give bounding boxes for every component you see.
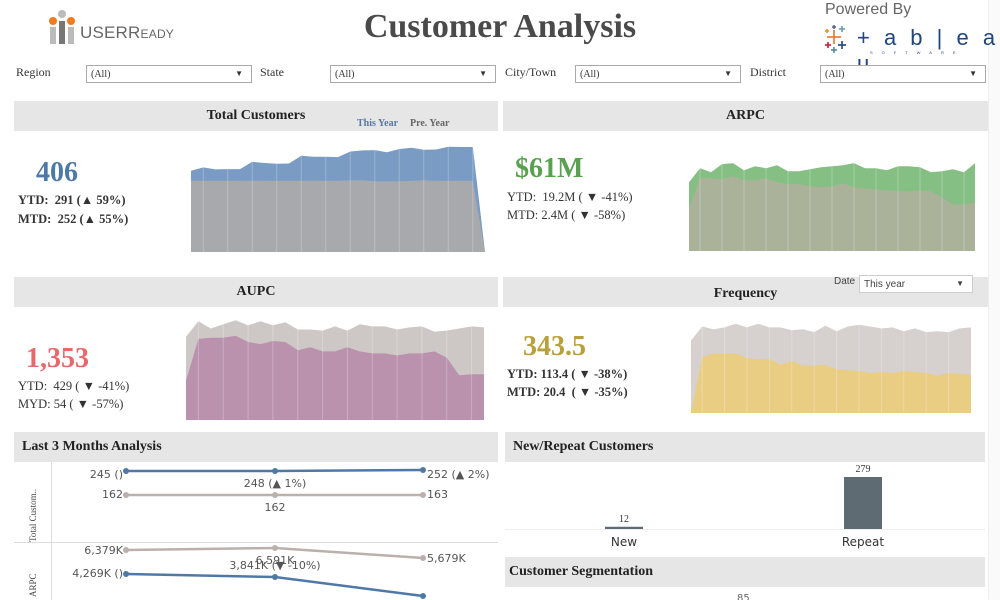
line-point[interactable] [272,492,278,498]
bar-value-label: 12 [619,514,629,525]
data-label: 4,269K () [72,567,123,580]
segmentation-partial-label: 85 [737,593,750,600]
arpc-mtd: MTD: 2.4M ( ▼ -58%) [507,208,626,222]
date-filter-value: This year [864,279,906,290]
legend-prev-year[interactable]: Pre. Year [410,118,449,129]
new-repeat-title: New/Repeat Customers [513,439,654,454]
line-point[interactable] [420,492,426,498]
line-point[interactable] [272,468,278,474]
bar-repeat[interactable] [844,477,882,529]
chevron-down-icon: ▼ [969,69,977,78]
line-point[interactable] [272,574,278,580]
frequency-value: 343.5 [523,331,586,362]
data-label: 3,841K (▼ -10%) [229,559,321,572]
aupc-area-chart[interactable] [186,316,484,420]
bar-category-label: New [611,535,637,549]
city-filter-value: (All) [580,69,600,80]
arpc-header: ARPC [503,101,988,131]
data-label: 162 [102,488,123,501]
state-filter-value: (All) [335,69,355,80]
powered-by-label: Powered By [825,1,912,18]
date-filter-select[interactable]: This year ▼ [859,275,973,293]
total-customers-title: Total Customers [206,108,306,123]
chevron-down-icon: ▼ [956,279,964,288]
aupc-ytd: YTD: 429 ( ▼ -41%) [18,379,130,393]
segmentation-header: Customer Segmentation [505,557,985,587]
date-filter-label: Date [834,276,856,287]
aupc-myd: MYD: 54 ( ▼ -57%) [18,397,124,411]
bar-category-label: Repeat [842,535,885,549]
data-label: 163 [427,488,448,501]
data-label: 6,379K [84,544,123,557]
arpc-ytd: YTD: 19.2M ( ▼ -41%) [507,190,633,204]
region-filter-select[interactable]: (All) ▼ [86,65,252,83]
line-point[interactable] [123,468,129,474]
scrollbar[interactable] [988,0,1000,600]
frequency-area-chart[interactable] [691,320,971,413]
line-point[interactable] [420,555,426,561]
frequency-mtd: MTD: 20.4 ( ▼ -35%) [507,385,628,399]
line-point[interactable] [123,547,129,553]
state-filter-label: State [260,65,284,79]
aupc-value: 1,353 [26,343,89,374]
data-label: 5,679K [427,552,466,565]
region-filter-label: Region [16,65,51,79]
line-point[interactable] [123,571,129,577]
frequency-ytd: YTD: 113.4 ( ▼ -38%) [507,367,628,381]
total-customers-area-chart[interactable] [191,140,485,252]
last3-chart: Total Custom.. ARPC 245 () 248 (▲ 1%) 252 … [14,462,498,600]
state-filter-select[interactable]: (All) ▼ [330,65,496,83]
last3-title: Last 3 Months Analysis [22,439,162,454]
data-label: 162 [264,501,286,514]
area-series-prev-year[interactable] [191,180,485,252]
new-repeat-bar-chart[interactable]: 12 New 279 Repeat [505,462,985,552]
data-label: 245 () [89,468,123,481]
total-customers-value: 406 [36,157,78,188]
bar-value-label: 279 [856,464,871,475]
district-filter-value: (All) [825,69,845,80]
arpc-area-chart[interactable] [689,150,975,251]
arpc-value: $61M [515,153,584,184]
city-filter-select[interactable]: (All) ▼ [575,65,741,83]
legend-this-year[interactable]: This Year [357,118,398,129]
total-customers-ytd: YTD: 291 (▲ 59%) [18,193,126,207]
line-point[interactable] [420,467,426,473]
segmentation-title: Customer Segmentation [509,564,654,579]
chevron-down-icon: ▼ [235,69,243,78]
new-repeat-header: New/Repeat Customers [505,432,985,462]
district-filter-select[interactable]: (All) ▼ [820,65,986,83]
city-filter-label: City/Town [505,65,557,79]
line-point[interactable] [123,492,129,498]
dashboard: USERREADY Customer Analysis Powered By +… [0,0,1000,600]
data-label: 252 (▲ 2%) [427,468,490,481]
line-point[interactable] [272,545,278,551]
region-filter-value: (All) [91,69,111,80]
chevron-down-icon: ▼ [479,69,487,78]
bar-new[interactable] [605,526,643,529]
data-label: 248 (▲ 1%) [243,477,307,490]
total-customers-mtd: MTD: 252 (▲ 55%) [18,212,129,226]
last3-header: Last 3 Months Analysis [14,432,498,462]
frequency-title: Frequency [713,286,778,301]
aupc-title: AUPC [236,284,276,299]
aupc-header: AUPC [14,277,498,307]
district-filter-label: District [750,65,786,79]
line-point[interactable] [420,593,426,599]
arpc-title: ARPC [726,108,765,123]
tableau-software-label: SOFTWARE [870,50,965,55]
chevron-down-icon: ▼ [724,69,732,78]
